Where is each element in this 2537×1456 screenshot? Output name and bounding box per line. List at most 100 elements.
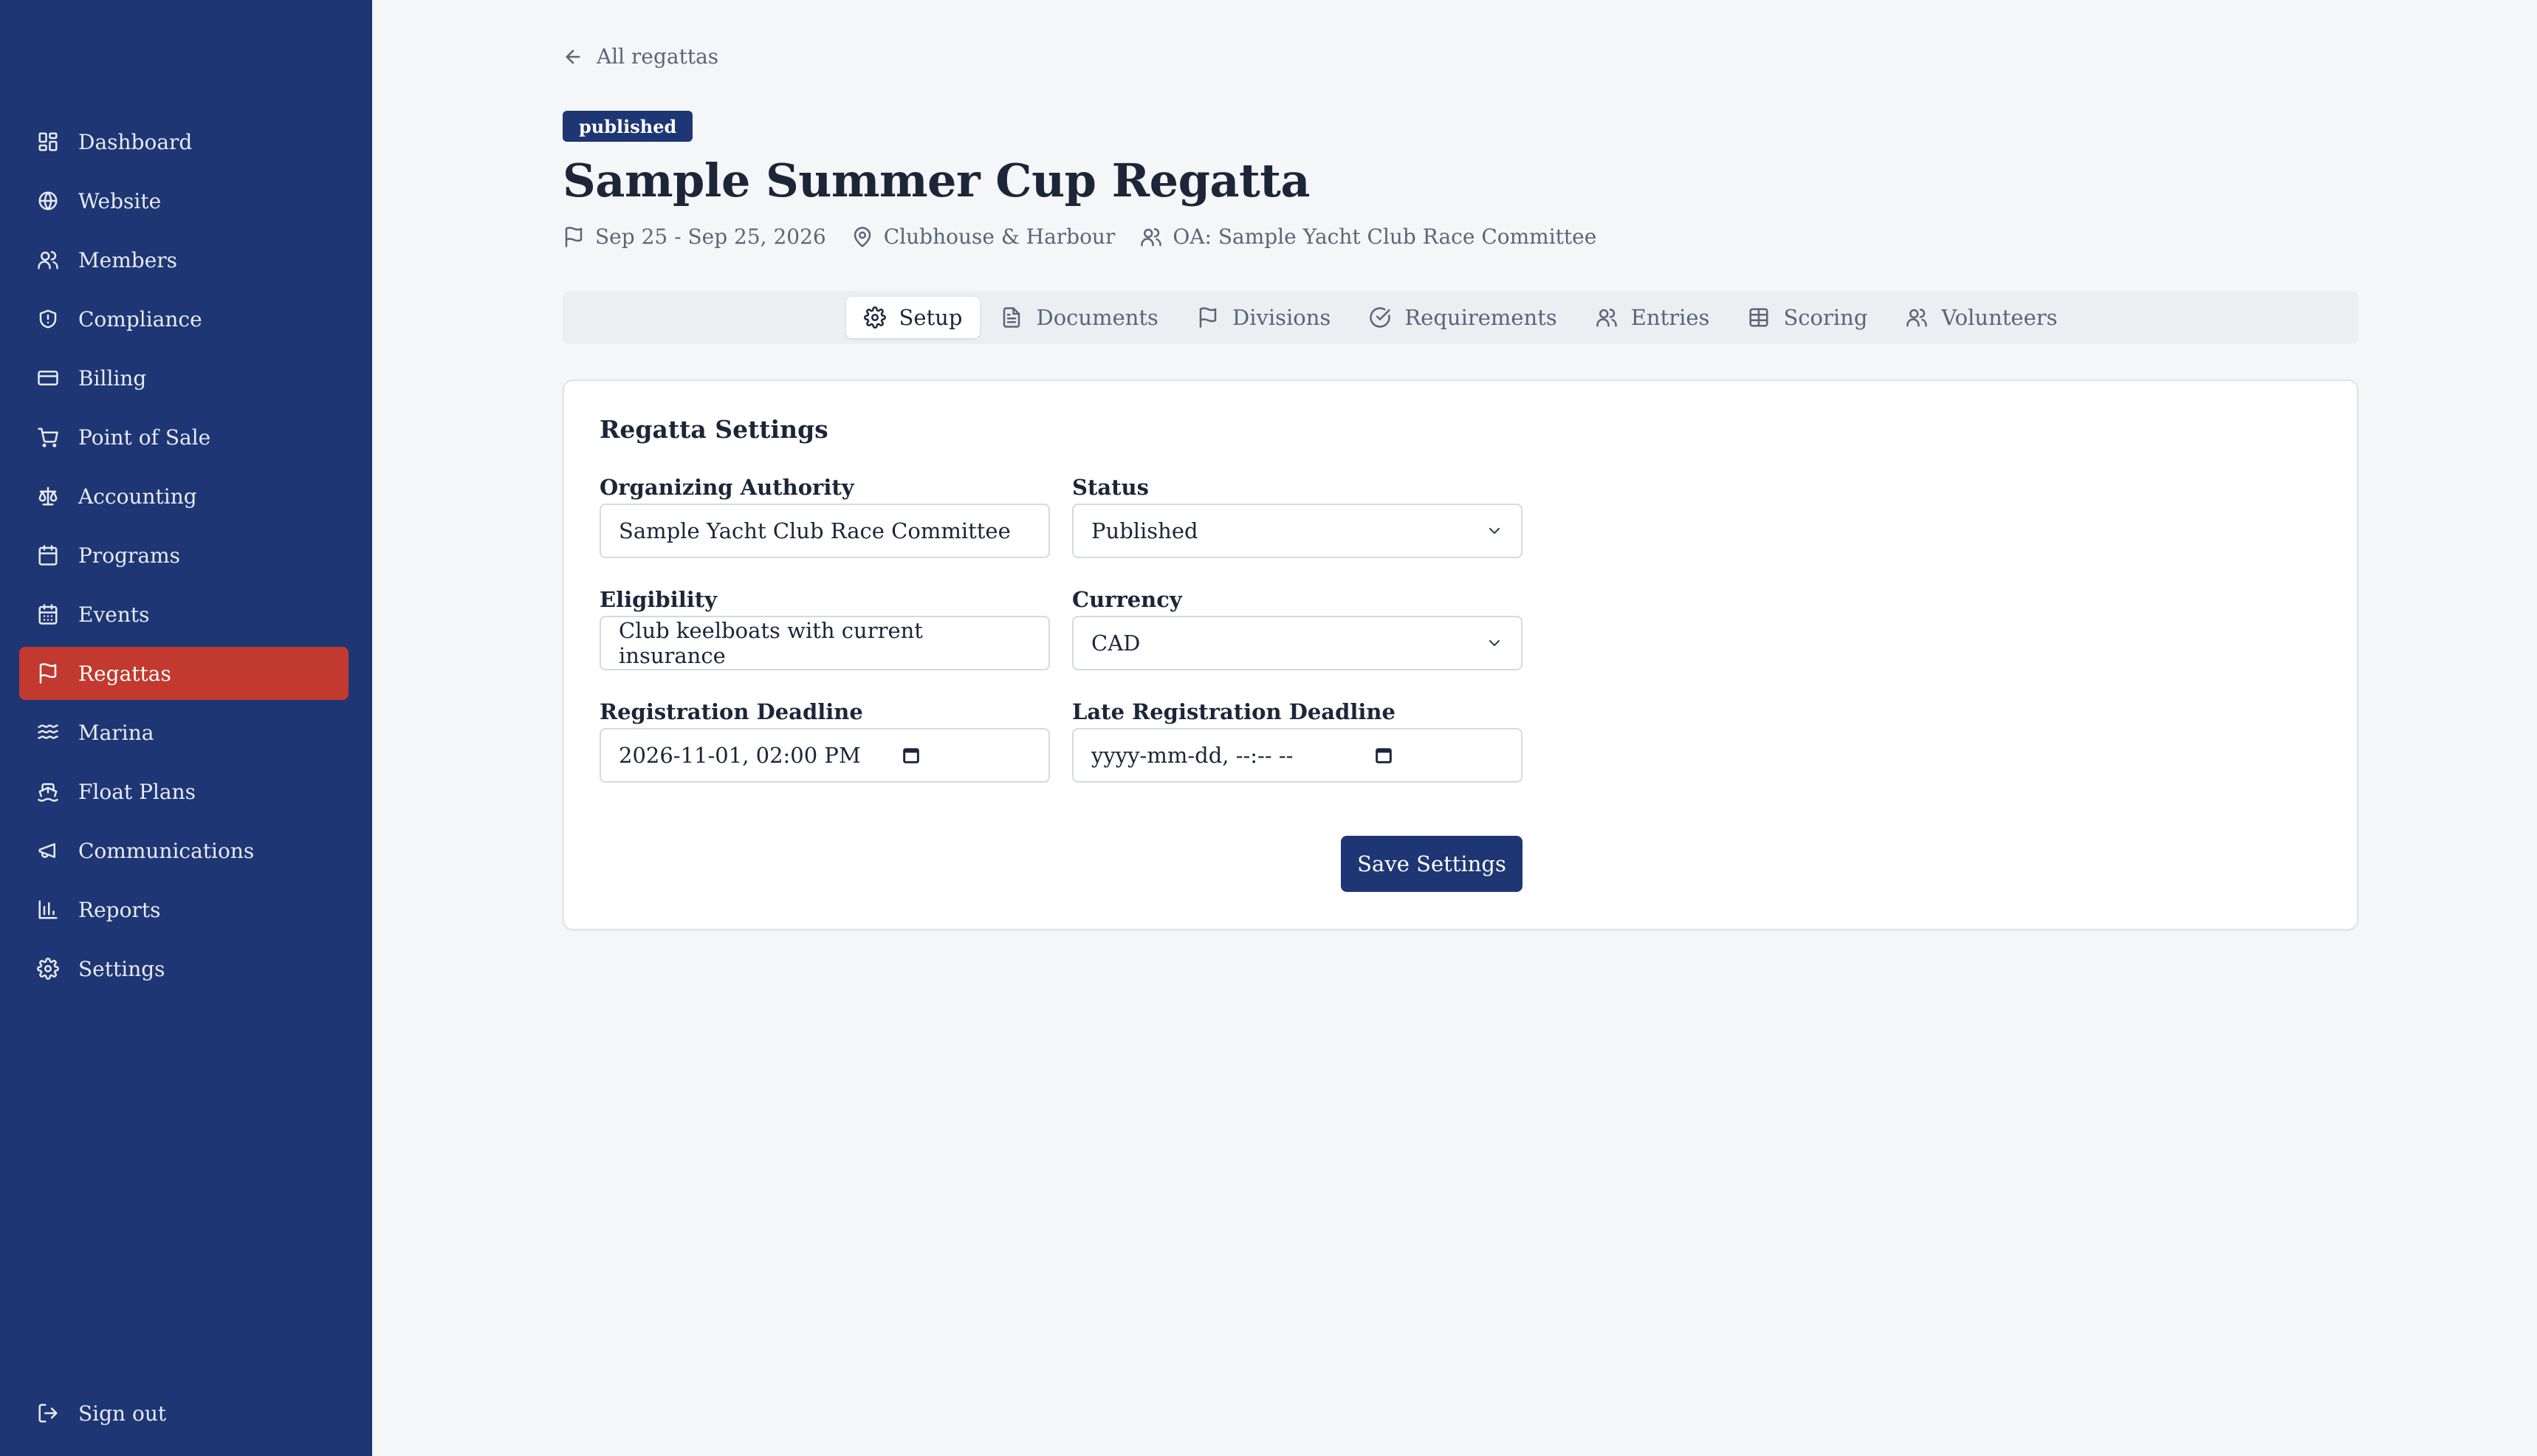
meta-oa: OA: Sample Yacht Club Race Committee bbox=[1140, 224, 1596, 249]
tab-label: Volunteers bbox=[1941, 305, 2058, 330]
meta-oa-text: OA: Sample Yacht Club Race Committee bbox=[1173, 224, 1597, 249]
sidebar-item-label: Compliance bbox=[78, 306, 202, 332]
registration-deadline-field: Registration Deadline 2026-11-01, 02:00 … bbox=[600, 697, 1050, 783]
meta-dates: Sep 25 - Sep 25, 2026 bbox=[563, 224, 826, 249]
check-circle-icon bbox=[1370, 307, 1391, 328]
sidebar-item-label: Members bbox=[78, 247, 178, 272]
back-link-label: All regattas bbox=[597, 44, 719, 69]
sidebar-item-float-plans[interactable]: Float Plans bbox=[19, 765, 349, 818]
status-select[interactable]: Published bbox=[1072, 504, 1522, 558]
map-pin-icon bbox=[854, 226, 871, 247]
dashboard-icon bbox=[38, 132, 58, 151]
document-icon bbox=[1003, 307, 1020, 328]
sidebar-item-accounting[interactable]: Accounting bbox=[19, 470, 349, 523]
field-label: Currency bbox=[1072, 587, 1182, 612]
calendar-picker-button[interactable] bbox=[1373, 745, 1394, 766]
sidebar-item-regattas[interactable]: Regattas bbox=[19, 647, 349, 700]
registration-deadline-input[interactable]: 2026-11-01, 02:00 PM bbox=[600, 728, 1050, 783]
sidebar-item-label: Dashboard bbox=[78, 129, 193, 154]
status-badge: published bbox=[563, 111, 693, 142]
flag-icon bbox=[565, 226, 583, 247]
sidebar-item-label: Float Plans bbox=[78, 779, 196, 804]
organizing-authority-input[interactable]: Sample Yacht Club Race Committee bbox=[600, 504, 1050, 558]
eligibility-input[interactable]: Club keelboats with current insurance bbox=[600, 616, 1050, 670]
input-value: Club keelboats with current insurance bbox=[619, 618, 923, 668]
sidebar-item-label: Settings bbox=[78, 956, 165, 981]
cart-icon bbox=[38, 427, 58, 447]
field-label: Eligibility bbox=[600, 587, 718, 612]
sidebar-item-programs[interactable]: Programs bbox=[19, 529, 349, 582]
sidebar-item-label: Accounting bbox=[78, 484, 197, 509]
calendar-icon bbox=[38, 545, 58, 566]
tab-label: Entries bbox=[1630, 305, 1710, 330]
calendar-icon bbox=[903, 748, 919, 763]
ship-icon bbox=[38, 783, 58, 802]
tab-label: Requirements bbox=[1404, 305, 1557, 330]
tab-scoring[interactable]: Scoring bbox=[1730, 297, 1885, 338]
regatta-settings-card: Regatta Settings Organizing Authority Sa… bbox=[563, 380, 2358, 930]
sidebar-item-settings[interactable]: Settings bbox=[19, 942, 349, 995]
input-value: 2026-11-01, 02:00 PM bbox=[619, 743, 861, 768]
regatta-meta: Sep 25 - Sep 25, 2026 Clubhouse & Harbou… bbox=[563, 224, 1621, 249]
tab-documents[interactable]: Documents bbox=[983, 297, 1176, 338]
sidebar-item-label: Point of Sale bbox=[78, 425, 211, 450]
tab-divisions[interactable]: Divisions bbox=[1179, 297, 1348, 338]
table-icon bbox=[1749, 308, 1768, 327]
sidebar: Dashboard Website Members Compliance Bil… bbox=[0, 0, 372, 1456]
sidebar-item-label: Communications bbox=[78, 838, 255, 863]
sidebar-nav: Dashboard Website Members Compliance Bil… bbox=[19, 115, 349, 1001]
sidebar-item-label: Billing bbox=[78, 365, 147, 391]
gear-icon bbox=[37, 958, 59, 980]
save-settings-button[interactable]: Save Settings bbox=[1341, 836, 1522, 892]
tab-volunteers[interactable]: Volunteers bbox=[1888, 297, 2075, 338]
sidebar-item-events[interactable]: Events bbox=[19, 588, 349, 641]
megaphone-icon bbox=[38, 843, 55, 858]
field-label: Late Registration Deadline bbox=[1072, 699, 1395, 724]
sidebar-item-label: Website bbox=[78, 188, 162, 213]
users-icon bbox=[1906, 309, 1928, 327]
currency-select[interactable]: CAD bbox=[1072, 616, 1522, 670]
users-icon bbox=[1596, 309, 1617, 327]
sidebar-item-label: Events bbox=[78, 602, 150, 627]
sidebar-item-point-of-sale[interactable]: Point of Sale bbox=[19, 411, 349, 464]
gear-icon bbox=[863, 306, 886, 329]
sign-out-label: Sign out bbox=[78, 1401, 167, 1426]
select-value: Published bbox=[1091, 518, 1198, 543]
globe-icon bbox=[38, 191, 58, 210]
sidebar-item-compliance[interactable]: Compliance bbox=[19, 292, 349, 346]
regatta-tabs: Setup Documents Divisions Requirements E… bbox=[563, 291, 2358, 344]
eligibility-field: Eligibility Club keelboats with current … bbox=[600, 585, 1050, 670]
calendar-picker-button[interactable] bbox=[901, 745, 921, 766]
tab-setup[interactable]: Setup bbox=[845, 297, 981, 338]
sign-out-button[interactable]: Sign out bbox=[19, 1387, 349, 1440]
organizing-authority-field: Organizing Authority Sample Yacht Club R… bbox=[600, 473, 1050, 558]
tab-label: Scoring bbox=[1783, 305, 1868, 330]
late-registration-deadline-field: Late Registration Deadline yyyy-mm-dd, -… bbox=[1072, 697, 1522, 783]
sidebar-item-dashboard[interactable]: Dashboard bbox=[19, 115, 349, 168]
tab-label: Documents bbox=[1036, 305, 1158, 330]
tab-entries[interactable]: Entries bbox=[1578, 297, 1728, 338]
sidebar-item-reports[interactable]: Reports bbox=[19, 883, 349, 936]
waves-icon bbox=[38, 724, 58, 739]
sidebar-item-billing[interactable]: Billing bbox=[19, 351, 349, 405]
log-out-icon bbox=[38, 1404, 58, 1423]
card-title: Regatta Settings bbox=[600, 415, 828, 444]
tab-requirements[interactable]: Requirements bbox=[1351, 297, 1574, 338]
input-placeholder: yyyy-mm-dd, --:-- -- bbox=[1091, 743, 1294, 768]
sidebar-item-website[interactable]: Website bbox=[19, 174, 349, 227]
field-label: Organizing Authority bbox=[600, 475, 854, 500]
sidebar-item-label: Regattas bbox=[78, 661, 171, 686]
sidebar-item-members[interactable]: Members bbox=[19, 233, 349, 286]
shield-icon bbox=[39, 309, 57, 329]
meta-location-text: Clubhouse & Harbour bbox=[883, 224, 1116, 249]
field-label: Status bbox=[1072, 475, 1149, 500]
meta-location: Clubhouse & Harbour bbox=[851, 224, 1116, 249]
tab-label: Setup bbox=[899, 305, 963, 330]
sidebar-item-communications[interactable]: Communications bbox=[19, 824, 349, 877]
chevron-down-icon bbox=[1489, 527, 1500, 535]
sidebar-item-marina[interactable]: Marina bbox=[19, 706, 349, 759]
flag-icon bbox=[39, 663, 57, 684]
back-link[interactable]: All regattas bbox=[563, 44, 718, 69]
page-title: Sample Summer Cup Regatta bbox=[563, 154, 1311, 207]
late-registration-deadline-input[interactable]: yyyy-mm-dd, --:-- -- bbox=[1072, 728, 1522, 783]
